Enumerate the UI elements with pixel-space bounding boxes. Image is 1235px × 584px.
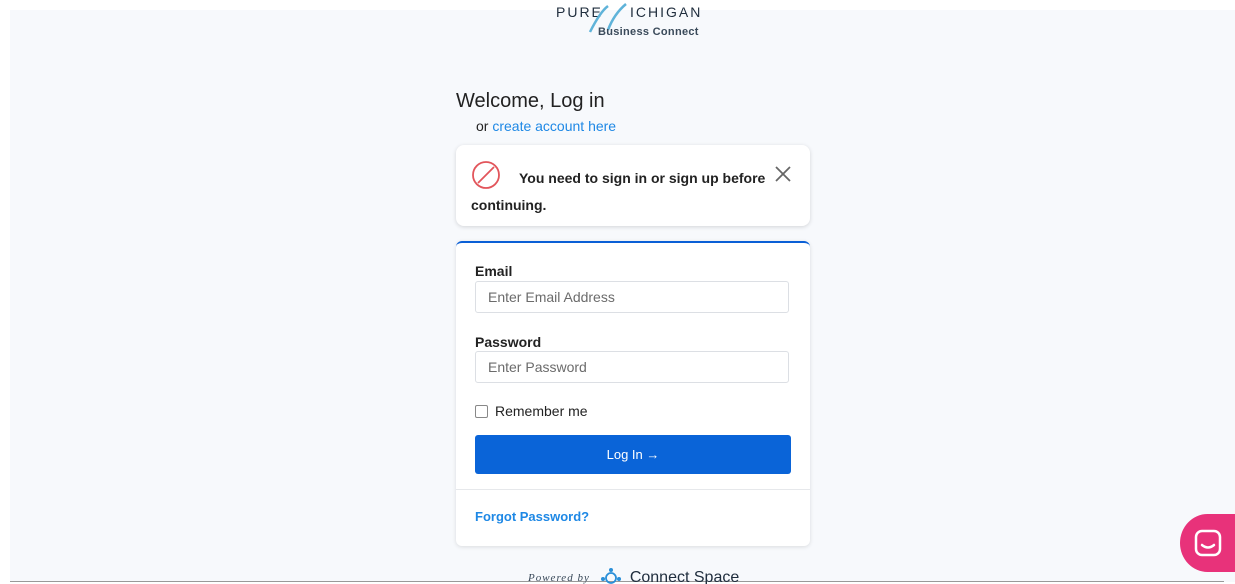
powered-by-text: Powered by xyxy=(528,572,590,584)
create-account-link[interactable]: create account here xyxy=(492,118,616,134)
email-field[interactable] xyxy=(475,281,789,313)
alert-message: You need to sign in or sign up before co… xyxy=(471,170,766,213)
card-divider xyxy=(456,489,810,490)
logo: PURE ICHIGAN Business Connect xyxy=(548,3,708,42)
logo-tagline: Business Connect xyxy=(598,26,699,38)
logo-word-michigan: ICHIGAN xyxy=(630,4,703,20)
password-label: Password xyxy=(475,334,542,350)
close-icon[interactable] xyxy=(774,165,792,183)
connect-space-brand: Connect Space xyxy=(629,569,740,584)
email-label: Email xyxy=(475,263,513,279)
remember-me-label: Remember me xyxy=(495,403,588,419)
password-field[interactable] xyxy=(475,351,789,383)
create-account-line: or create account here xyxy=(476,118,616,134)
connect-space-logo-icon xyxy=(600,568,621,584)
or-text: or xyxy=(476,118,489,134)
login-button[interactable]: Log In → xyxy=(475,435,791,474)
remember-me-checkbox[interactable] xyxy=(475,404,488,418)
login-card: Email Password Remember me Log In → Forg… xyxy=(456,241,810,546)
forgot-password-link[interactable]: Forgot Password? xyxy=(475,509,589,524)
signin-required-alert: You need to sign in or sign up before co… xyxy=(456,145,810,226)
page-title: Welcome, Log in xyxy=(456,90,605,112)
remember-me[interactable]: Remember me xyxy=(475,403,588,419)
chat-icon xyxy=(1194,529,1222,557)
powered-by-footer: Powered by Connect Space xyxy=(528,566,739,584)
chat-launcher-button[interactable] xyxy=(1180,514,1235,572)
